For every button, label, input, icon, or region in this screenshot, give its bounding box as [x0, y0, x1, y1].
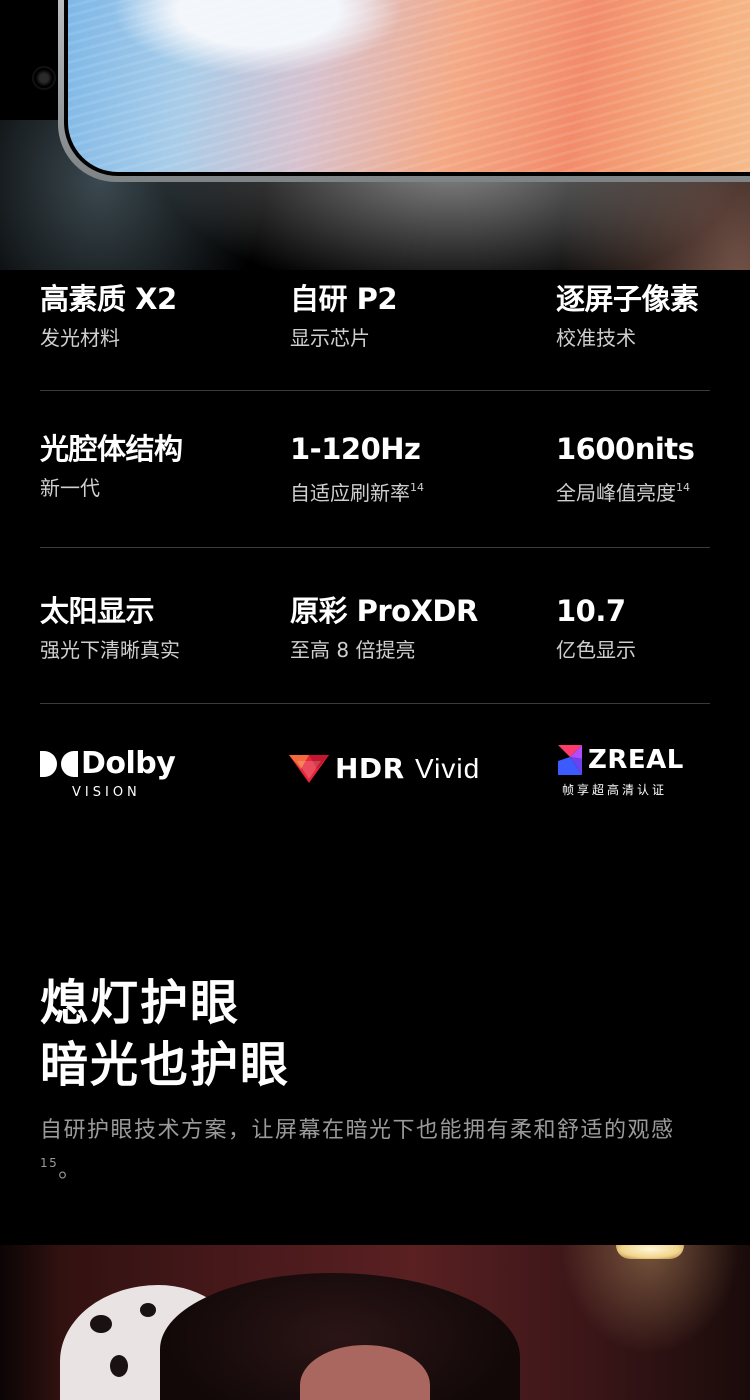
- spec-item: 1600nits 全局峰值亮度14: [556, 430, 695, 507]
- spec-subtitle: 发光材料: [40, 326, 120, 350]
- spec-item: 光腔体结构 新一代: [40, 430, 183, 502]
- phone-wallpaper: [68, 0, 750, 172]
- spec-title: 1-120Hz: [290, 432, 421, 466]
- dolby-vision-subtext: VISION: [72, 785, 141, 800]
- eye-care-photo: [0, 1245, 750, 1400]
- spec-title: 10.7: [556, 594, 626, 628]
- spec-subtitle-text: 全局峰值亮度: [556, 481, 676, 505]
- dolby-icon: [40, 749, 78, 779]
- spec-item: 逐屏子像素 校准技术: [556, 280, 699, 352]
- spec-subtitle: 自适应刷新率14: [290, 474, 424, 507]
- headline-line-1: 熄灯护眼: [40, 975, 241, 1031]
- lamp-glow: [560, 1245, 740, 1355]
- spec-title: 自研 P2: [290, 282, 398, 316]
- spec-subtitle: 亿色显示: [556, 638, 636, 662]
- spec-subtitle: 至高 8 倍提亮: [290, 638, 416, 662]
- footnote-marker: 14: [676, 481, 690, 494]
- spec-item: 太阳显示 强光下清晰真实: [40, 592, 180, 664]
- hdr-vivid-wordmark: HDR Vivid: [335, 752, 480, 785]
- footnote-marker: 14: [410, 481, 424, 494]
- spec-title: 1600nits: [556, 432, 695, 466]
- description-end: 。: [58, 1158, 82, 1183]
- zreal-wordmark: ZREAL: [588, 745, 684, 775]
- spec-subtitle: 校准技术: [556, 326, 636, 350]
- spec-subtitle: 新一代: [40, 476, 100, 500]
- dolby-wordmark: Dolby: [81, 746, 176, 781]
- lamp: [616, 1245, 684, 1259]
- hdr-wordmark-bold: HDR: [335, 752, 405, 785]
- section-headline: 熄灯护眼 暗光也护眼: [40, 972, 290, 1096]
- front-camera-icon: [32, 66, 56, 90]
- photo-shadow: [0, 1245, 60, 1400]
- section-description: 自研护眼技术方案，让屏幕在暗光下也能拥有柔和舒适的观感 15。: [40, 1114, 712, 1187]
- spec-row-3: 太阳显示 强光下清晰真实 原彩 ProXDR 至高 8 倍提亮 10.7 亿色显…: [40, 592, 710, 712]
- spec-subtitle: 强光下清晰真实: [40, 638, 180, 662]
- zreal-icon: [558, 745, 582, 775]
- phone-screen: [64, 0, 750, 176]
- spec-item: 1-120Hz 自适应刷新率14: [290, 430, 424, 507]
- zreal-subtext: 帧享超高清认证: [562, 783, 668, 797]
- spec-title: 逐屏子像素: [556, 282, 699, 316]
- phone-frame: [58, 0, 750, 182]
- dolby-vision-logo: Dolby VISION: [40, 746, 176, 800]
- divider: [40, 390, 710, 391]
- footnote-marker: 15: [40, 1156, 59, 1170]
- spec-item: 高素质 X2 发光材料: [40, 280, 177, 352]
- divider: [40, 547, 710, 548]
- spec-subtitle-text: 自适应刷新率: [290, 481, 410, 505]
- spec-subtitle: 显示芯片: [290, 326, 370, 350]
- hdr-vivid-logo: HDR Vivid: [289, 752, 480, 785]
- spec-title: 原彩 ProXDR: [290, 594, 478, 628]
- spec-item: 10.7 亿色显示: [556, 592, 636, 664]
- spec-title: 太阳显示: [40, 594, 155, 628]
- spec-item: 自研 P2 显示芯片: [290, 280, 398, 352]
- spec-row-2: 光腔体结构 新一代 1-120Hz 自适应刷新率14 1600nits 全局峰值…: [40, 430, 710, 550]
- description-text: 自研护眼技术方案，让屏幕在暗光下也能拥有柔和舒适的观感: [40, 1118, 675, 1143]
- spec-title: 光腔体结构: [40, 432, 183, 466]
- spec-item: 原彩 ProXDR 至高 8 倍提亮: [290, 592, 478, 664]
- spec-row-1: 高素质 X2 发光材料 自研 P2 显示芯片 逐屏子像素 校准技术: [40, 280, 710, 400]
- hero-phone-image: [0, 0, 750, 270]
- spec-subtitle: 全局峰值亮度14: [556, 474, 694, 507]
- hdr-wordmark-light: Vivid: [415, 753, 481, 784]
- zreal-logo: ZREAL 帧享超高清认证: [556, 743, 684, 798]
- headline-line-2: 暗光也护眼: [40, 1037, 291, 1093]
- hdr-vivid-icon: [289, 754, 329, 783]
- divider: [40, 703, 710, 704]
- spec-title: 高素质 X2: [40, 282, 177, 316]
